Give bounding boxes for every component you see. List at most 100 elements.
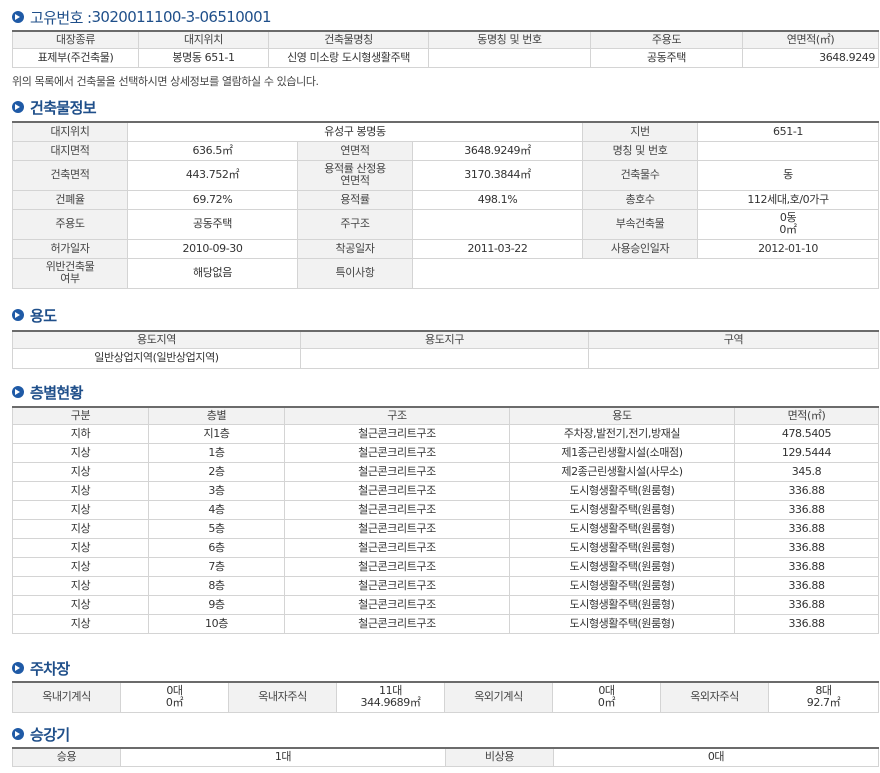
far-label: 용적률 <box>297 189 413 210</box>
outdoor-mech-area: 0㎡ <box>597 696 616 710</box>
table-row: 지상 2층 철근콘크리트구조 제2종근린생활시설(사무소) 345.8 <box>12 461 879 482</box>
floor-level-cell: 5층 <box>148 518 285 539</box>
floor-type-cell: 지상 <box>12 594 149 615</box>
floor-area-cell: 336.88 <box>734 613 879 634</box>
summary-header-cell: 건축물명칭 <box>268 30 429 49</box>
floor-type-cell: 지하 <box>12 423 149 444</box>
name-label: 명칭 및 번호 <box>582 140 699 161</box>
floor-level-cell: 9층 <box>148 594 285 615</box>
zoning-section-title: 용도 <box>12 306 57 325</box>
far-value: 498.1% <box>411 189 584 210</box>
unique-id-label: 고유번호 : <box>30 8 92 27</box>
circle-arrow-icon <box>12 11 24 23</box>
floor-level-cell: 6층 <box>148 537 285 558</box>
zoning-header-cell: 용도지구 <box>300 330 589 349</box>
floor-level-cell: 2층 <box>148 461 285 482</box>
summary-cell-location[interactable]: 봉명동 651-1 <box>138 47 269 68</box>
outdoor-self-value: 8대 92.7㎡ <box>768 681 879 713</box>
zoning-zone-value <box>588 347 879 369</box>
summary-header-row: 대장종류 대지위치 건축물명칭 동명칭 및 번호 주용도 연면적(㎡) <box>12 30 879 49</box>
zoning-header-cell: 용도지역 <box>12 330 301 349</box>
floor-type-cell: 지상 <box>12 480 149 501</box>
floor-level-cell: 3층 <box>148 480 285 501</box>
summary-header-cell: 동명칭 및 번호 <box>428 30 591 49</box>
approval-label: 사용승인일자 <box>582 238 699 259</box>
parking-section-title: 주차장 <box>12 659 70 678</box>
floor-use-cell: 제2종근린생활시설(사무소) <box>509 461 735 482</box>
circle-arrow-icon <box>12 101 24 113</box>
building-section-title: 건축물정보 <box>12 98 97 117</box>
floor-structure-cell: 철근콘크리트구조 <box>284 499 510 520</box>
floor-use-cell: 도시형생활주택(원룸형) <box>509 518 735 539</box>
zoning-header-cell: 구역 <box>588 330 879 349</box>
units-value: 112세대,호/0가구 <box>697 189 880 210</box>
summary-cell-area[interactable]: 3648.9249 <box>742 47 879 68</box>
floors-header-cell: 면적(㎡) <box>734 406 879 425</box>
floor-area-cell: 336.88 <box>734 480 879 501</box>
table-row: 지상 5층 철근콘크리트구조 도시형생활주택(원룸형) 336.88 <box>12 518 879 539</box>
summary-cell-type[interactable]: 표제부(주건축물) <box>12 47 139 68</box>
summary-cell-name[interactable]: 신영 미소랑 도시형생활주택 <box>268 47 429 68</box>
indoor-self-value: 11대 344.9689㎡ <box>336 681 445 713</box>
bldg-count-label: 건축물수 <box>582 159 699 191</box>
far-area-value: 3170.3844㎡ <box>411 159 584 191</box>
summary-header-cell: 대장종류 <box>12 30 139 49</box>
circle-arrow-icon <box>12 386 24 398</box>
summary-header-cell: 대지위치 <box>138 30 269 49</box>
summary-header-cell: 주용도 <box>590 30 743 49</box>
zoning-area-value: 일반상업지역(일반상업지역) <box>12 347 301 369</box>
building-area-value: 443.752㎡ <box>127 159 298 191</box>
far-area-label-line2: 연면적 <box>340 174 370 187</box>
special-label: 특이사항 <box>297 257 413 289</box>
floor-use-cell: 도시형생활주택(원룸형) <box>509 556 735 577</box>
building-title-text: 건축물정보 <box>30 98 97 117</box>
parking-title-text: 주차장 <box>30 659 70 678</box>
floors-header-cell: 용도 <box>509 406 735 425</box>
table-row: 지상 6층 철근콘크리트구조 도시형생활주택(원룸형) 336.88 <box>12 537 879 558</box>
floors-header-cell: 구조 <box>284 406 510 425</box>
floors-header-cell: 층별 <box>148 406 285 425</box>
annex-area: 0㎡ <box>779 223 797 236</box>
floor-type-cell: 지상 <box>12 537 149 558</box>
zoning-title-text: 용도 <box>30 306 57 325</box>
summary-cell-dong[interactable] <box>428 47 591 68</box>
floor-use-cell: 도시형생활주택(원룸형) <box>509 613 735 634</box>
floor-area-cell: 336.88 <box>734 594 879 615</box>
floor-area-cell: 336.88 <box>734 518 879 539</box>
approval-value: 2012-01-10 <box>697 238 880 259</box>
floor-area-cell: 336.88 <box>734 556 879 577</box>
name-value <box>697 140 880 161</box>
unique-id-value: 3020011100-3-06510001 <box>91 8 271 26</box>
outdoor-mech-label: 옥외기계식 <box>444 681 553 713</box>
floor-area-cell: 336.88 <box>734 537 879 558</box>
annex-value: 0동 0㎡ <box>697 208 880 240</box>
floors-title-text: 층별현황 <box>30 383 83 402</box>
floor-structure-cell: 철근콘크리트구조 <box>284 613 510 634</box>
use-label: 주용도 <box>12 208 128 240</box>
floor-type-cell: 지상 <box>12 518 149 539</box>
floor-area-cell: 336.88 <box>734 499 879 520</box>
floor-type-cell: 지상 <box>12 575 149 596</box>
summary-cell-use[interactable]: 공동주택 <box>590 47 743 68</box>
floor-area-cell: 478.5405 <box>734 423 879 444</box>
floor-area-cell: 345.8 <box>734 461 879 482</box>
structure-label: 주구조 <box>297 208 413 240</box>
lot-label: 지번 <box>582 121 699 142</box>
start-label: 착공일자 <box>297 238 413 259</box>
floor-use-cell: 도시형생활주택(원룸형) <box>509 537 735 558</box>
floor-structure-cell: 철근콘크리트구조 <box>284 423 510 444</box>
site-label: 대지위치 <box>12 121 128 142</box>
table-row: 지하 지1층 철근콘크리트구조 주차장,발전기,전기,방재실 478.5405 <box>12 423 879 444</box>
passenger-value: 1대 <box>120 747 446 767</box>
floor-type-cell: 지상 <box>12 613 149 634</box>
table-row: 지상 7층 철근콘크리트구조 도시형생활주택(원룸형) 336.88 <box>12 556 879 577</box>
start-value: 2011-03-22 <box>411 238 584 259</box>
building-area-label: 건축면적 <box>12 159 128 191</box>
indoor-self-area: 344.9689㎡ <box>360 696 421 710</box>
permit-label: 허가일자 <box>12 238 128 259</box>
floor-area-cell: 336.88 <box>734 575 879 596</box>
table-row: 지상 10층 철근콘크리트구조 도시형생활주택(원룸형) 336.88 <box>12 613 879 634</box>
floor-structure-cell: 철근콘크리트구조 <box>284 461 510 482</box>
summary-row[interactable]: 표제부(주건축물) 봉명동 651-1 신영 미소랑 도시형생활주택 공동주택 … <box>12 47 879 68</box>
elevator-title-text: 승강기 <box>30 725 70 744</box>
